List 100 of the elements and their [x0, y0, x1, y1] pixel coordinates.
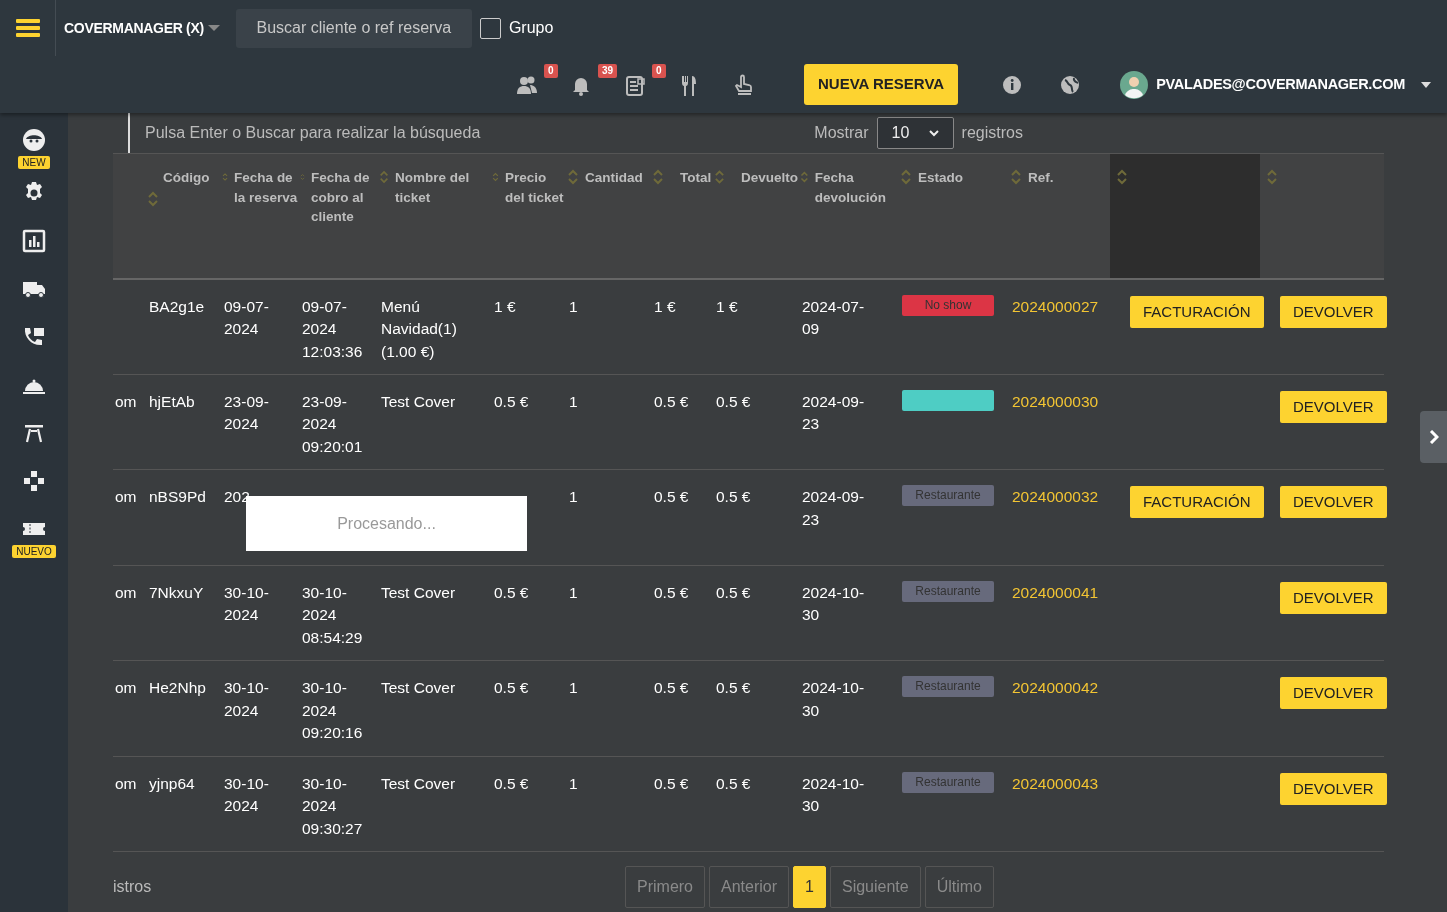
return-button[interactable]: DEVOLVER	[1280, 677, 1387, 709]
table-cell-text: om	[115, 582, 138, 603]
count-badge: 39	[598, 63, 618, 78]
table-cell-text: Test Cover	[381, 678, 457, 698]
reference-link[interactable]: 2024000032	[1012, 488, 1099, 505]
table-cell-text: Test Cover	[381, 391, 457, 412]
return-button[interactable]: DEVOLVER	[1280, 295, 1387, 328]
brand-dropdown[interactable]: COVERMANAGER (X)	[64, 17, 220, 39]
group-checkbox[interactable]	[479, 17, 501, 39]
reference-link[interactable]: 2024000030	[1012, 392, 1099, 410]
table-cell-text: 1	[569, 391, 579, 412]
table-cell-text: 09-07-2024 12:03:36	[302, 296, 364, 362]
table-cell-text: 0.5 €	[716, 582, 752, 603]
table-cell-text: nBS9Pd	[149, 487, 207, 507]
column-header[interactable]: Estado	[914, 168, 963, 188]
new-badge: NUEVO	[12, 545, 56, 558]
table-cell-text: 2024-07-09	[802, 296, 866, 339]
column-header[interactable]: Código	[145, 168, 210, 188]
clipboard-icon[interactable]	[624, 73, 646, 96]
table-cell-text: 1	[569, 582, 579, 603]
table-cell-text: 2024-10-30	[802, 678, 866, 721]
table-cell-text: 1 €	[716, 296, 739, 317]
table-cell-text: 0.5 €	[654, 678, 690, 698]
table-cell-text: 30-10-2024	[224, 678, 270, 721]
chevron-right-icon	[1428, 430, 1439, 444]
table-cell-text: 0.5 €	[654, 487, 690, 507]
table-cell-text: hjEtAb	[149, 391, 196, 412]
table-cell-text: 2024-10-30	[802, 582, 866, 625]
avatar-icon	[1120, 70, 1149, 99]
table-cell-text: 30-10-2024	[224, 582, 270, 625]
table-cell-text: 1 €	[654, 296, 677, 317]
page-size-select[interactable]: 10	[876, 117, 954, 149]
records-label: registros	[961, 123, 1023, 143]
search-field[interactable]: Buscar cliente o ref reserva	[235, 8, 472, 48]
table-cell-text: 23-09-2024 09:20:01	[302, 391, 364, 457]
panel-toggle[interactable]	[1420, 411, 1447, 463]
column-header[interactable]: Ref.	[1024, 168, 1054, 188]
hand-pointer-icon[interactable]	[732, 73, 754, 96]
count-badge: 0	[544, 63, 558, 78]
face-icon[interactable]	[22, 128, 46, 152]
table-cell-text: 30-10-2024 08:54:29	[302, 582, 364, 648]
table-cell-text: Menú Navidad(1) (1.00 €)	[381, 296, 458, 362]
table-cell-text: om	[115, 773, 138, 794]
status-badge: Restaurante	[902, 580, 994, 602]
return-button[interactable]: DEVOLVER	[1280, 581, 1387, 614]
reference-link[interactable]: 2024000042	[1012, 679, 1099, 696]
table-cell-text: 0.5 €	[494, 773, 530, 794]
table-cell-text: 30-10-2024 09:20:16	[302, 678, 364, 743]
status-badge: No show	[902, 294, 994, 316]
table-cell-text: om	[115, 678, 138, 698]
user-menu[interactable]: PVALADES@COVERMANAGER.COM	[1120, 70, 1431, 99]
table-cell-text: 1	[569, 296, 579, 317]
table-cell-text: yjnp64	[149, 773, 196, 794]
status-badge: Restaurante	[902, 485, 994, 506]
show-label: Mostrar	[814, 123, 869, 143]
table-cell-text: 0.5 €	[716, 773, 752, 794]
table-cell-text: 7NkxuY	[149, 582, 205, 603]
invoice-button[interactable]: FACTURACIÓN	[1130, 295, 1264, 328]
column-header[interactable]: Total	[666, 168, 712, 188]
caret-down-icon	[207, 24, 220, 32]
column-header[interactable]: Cantidad	[581, 168, 643, 188]
puzzle-icon[interactable]	[22, 469, 46, 493]
reference-link[interactable]: 2024000027	[1012, 297, 1099, 315]
table-cell-text: Test Cover	[381, 773, 457, 794]
table-cell-text: 0.5 €	[494, 678, 530, 698]
return-button[interactable]: DEVOLVER	[1280, 772, 1387, 805]
table-cell-text: 2024-10-30	[802, 773, 866, 816]
reference-link[interactable]: 2024000043	[1012, 774, 1099, 792]
info-icon[interactable]	[1002, 74, 1023, 95]
table-cell-text: 0.5 €	[716, 487, 752, 507]
reference-link[interactable]: 2024000041	[1012, 583, 1099, 601]
table-cell-text: 1 €	[494, 296, 517, 317]
processing-overlay: Procesando...	[246, 496, 527, 551]
column-header[interactable]: Devuelto	[727, 168, 798, 188]
pagination-button[interactable]: 1	[793, 866, 826, 908]
table-cell-text: 0.5 €	[716, 391, 752, 412]
table-cell-text: 09-07-2024	[224, 296, 270, 339]
globe-icon[interactable]	[1060, 74, 1081, 95]
table-cell-text: 1	[569, 773, 579, 794]
new-reservation-button[interactable]: NUEVA RESERVA	[804, 64, 959, 105]
table-cell-text: 0.5 €	[654, 391, 690, 412]
chart-icon[interactable]	[22, 229, 46, 253]
table-cell-text: 30-10-2024 09:30:27	[302, 773, 364, 839]
table-cell-text: 23-09-2024	[224, 391, 270, 434]
records-info: istros	[113, 877, 153, 897]
table-cell-text: BA2g1e	[149, 296, 206, 317]
table-cell-text: om	[115, 391, 138, 412]
table-cell-text: 0.5 €	[494, 582, 530, 603]
new-badge: NEW	[18, 156, 50, 169]
table-cell-text: 0.5 €	[654, 773, 690, 794]
menu-icon	[15, 18, 40, 38]
count-badge: 0	[652, 63, 666, 78]
table-cell-text: 0.5 €	[654, 582, 690, 603]
return-button[interactable]: DEVOLVER	[1280, 486, 1387, 518]
sort-icon[interactable]	[1116, 168, 1128, 186]
invoice-button[interactable]: FACTURACIÓN	[1130, 486, 1264, 518]
status-badge: Restaurante	[902, 771, 994, 793]
table-cell-text: 0.5 €	[494, 391, 530, 412]
return-button[interactable]: DEVOLVER	[1280, 390, 1387, 423]
caret-down-icon	[1421, 81, 1431, 88]
